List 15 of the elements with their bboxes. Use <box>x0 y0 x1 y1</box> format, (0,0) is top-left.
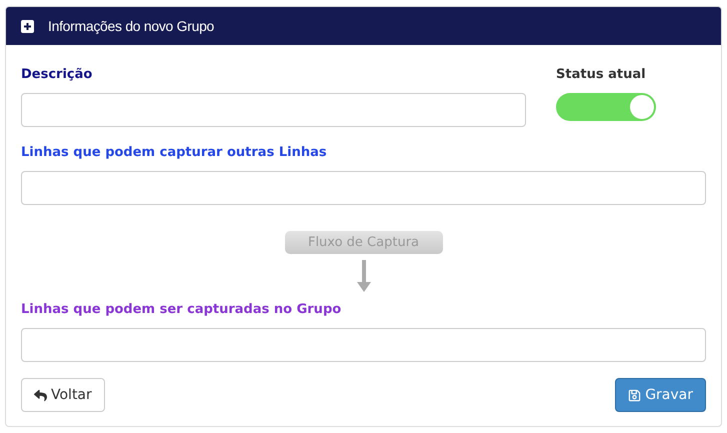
down-arrow-icon <box>356 260 370 292</box>
input-field[interactable] <box>21 328 706 362</box>
field-label: Descrição <box>21 67 94 84</box>
field-label: Linhas que podem capturar outras Linhas <box>21 145 328 162</box>
panel-title: Informações do novo Grupo <box>48 18 214 34</box>
reply-arrow-icon <box>34 388 47 402</box>
field-label: Linhas que podem ser capturadas no Grupo <box>21 302 342 319</box>
status-label: Status atual <box>556 67 647 84</box>
input-field[interactable] <box>21 93 526 127</box>
input-field[interactable] <box>21 171 706 205</box>
flow-badge: Fluxo de Captura <box>284 231 442 254</box>
status-toggle[interactable] <box>556 93 656 121</box>
back-button[interactable]: Voltar <box>21 378 105 412</box>
save-button[interactable]: Gravar <box>615 378 706 412</box>
plus-icon <box>21 20 34 32</box>
